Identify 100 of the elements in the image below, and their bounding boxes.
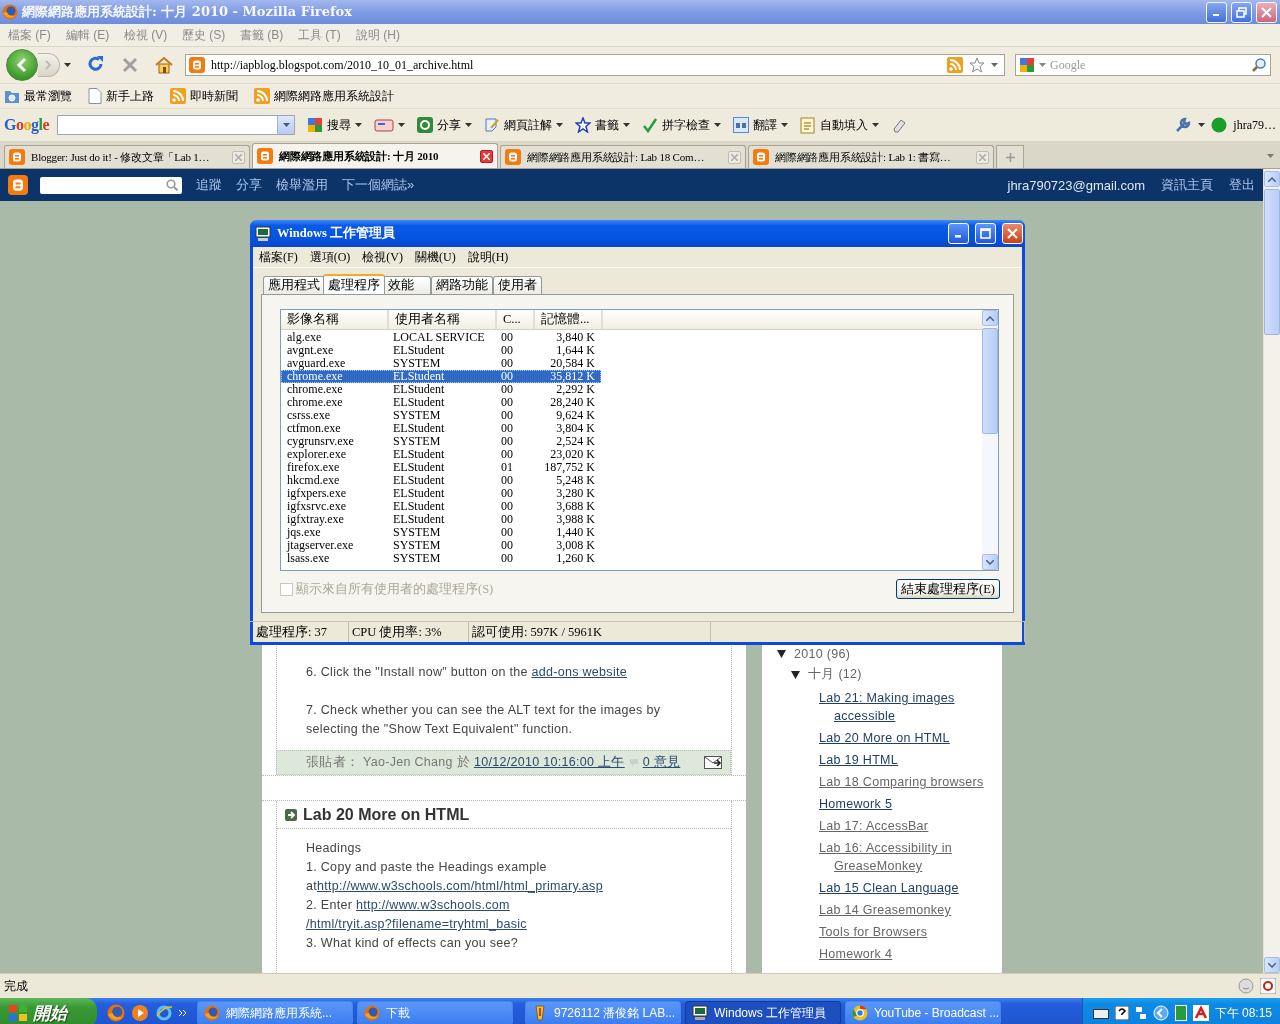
toolbar-button[interactable]: 分享 — [437, 116, 461, 134]
process-row[interactable]: explorer.exe ELStudent 00 23,020 K — [281, 448, 601, 461]
media-player-icon[interactable] — [131, 1004, 149, 1022]
comments-link[interactable]: 0 意見 — [642, 754, 681, 771]
tab[interactable]: 使用者 — [493, 276, 542, 294]
toolbar-button[interactable]: 翻譯 — [753, 116, 777, 134]
menu-item[interactable]: 檢視(V) — [362, 248, 403, 266]
scroll-thumb[interactable] — [982, 328, 998, 434]
nav-link[interactable]: 檢舉濫用 — [276, 176, 328, 194]
close-button[interactable] — [1256, 1, 1277, 23]
process-row[interactable]: avguard.exe SYSTEM 00 20,584 K — [281, 357, 601, 370]
back-button[interactable] — [6, 49, 38, 81]
chevron-icon[interactable] — [179, 1009, 187, 1017]
archive-post-link[interactable]: Lab 21: Making images accessible — [819, 689, 989, 725]
caret-icon[interactable] — [465, 123, 472, 127]
process-row[interactable]: chrome.exe ELStudent 00 2,292 K — [281, 383, 601, 396]
bookmark-link[interactable]: 最常瀏覽 — [24, 87, 72, 105]
caret-icon[interactable] — [1198, 123, 1206, 127]
process-row[interactable]: chrome.exe ELStudent 00 35,812 K — [281, 370, 601, 383]
caret-icon[interactable] — [623, 123, 630, 127]
browser-tab[interactable]: 網際網路應用系統設計: 十月 2010 — [252, 143, 498, 168]
column-header[interactable]: 影像名稱 — [281, 310, 389, 329]
caret-icon[interactable] — [556, 123, 563, 127]
bookmark-link[interactable]: 即時新聞 — [190, 87, 238, 105]
link[interactable]: /html/tryit.asp?filename=tryhtml_basic — [306, 917, 527, 931]
nav-link[interactable]: 分享 — [236, 176, 262, 194]
archive-post-link[interactable]: Lab 16: Accessibility in GreaseMonkey — [819, 839, 989, 875]
process-row[interactable]: avgnt.exe ELStudent 00 1,644 K — [281, 344, 601, 357]
archive-post-link[interactable]: Lab 15 Clean Language — [819, 879, 959, 897]
archive-post-link[interactable]: Lab 14 Greasemonkey — [819, 901, 952, 919]
tab[interactable]: 應用程式 — [263, 276, 325, 294]
process-row[interactable]: jqs.exe SYSTEM 00 1,440 K — [281, 526, 601, 539]
timestamp-link[interactable]: 10/12/2010 10:16:00 上午 — [473, 754, 625, 771]
scrollbar[interactable] — [982, 310, 998, 570]
column-header[interactable]: 使用者名稱 — [389, 310, 497, 329]
process-row[interactable]: firefox.exe ELStudent 01 187,752 K — [281, 461, 601, 474]
process-row[interactable]: csrss.exe SYSTEM 00 9,624 K — [281, 409, 601, 422]
menu-item[interactable]: 關機(U) — [415, 248, 456, 266]
process-row[interactable]: jtagserver.exe SYSTEM 00 3,008 K — [281, 539, 601, 552]
archive-period[interactable]: 2010 (96) — [794, 646, 851, 661]
process-row[interactable]: alg.exe LOCAL SERVICE 00 3,840 K — [281, 331, 601, 344]
link[interactable]: http://www.w3schools.com — [355, 898, 510, 912]
restore-button[interactable] — [1231, 1, 1252, 23]
search-icon[interactable] — [1251, 57, 1267, 73]
bookmark-star-icon[interactable] — [969, 57, 985, 73]
restore-icon[interactable] — [1236, 6, 1247, 18]
nav-link[interactable]: 下一個網誌» — [342, 176, 415, 194]
end-process-button[interactable]: 結束處理程序(E) — [896, 579, 1000, 599]
scroll-up-icon[interactable] — [1268, 176, 1276, 182]
toolbar-button[interactable]: 網頁註解 — [504, 116, 552, 134]
nav-link[interactable]: 追蹤 — [196, 176, 222, 194]
expand-tray-icon[interactable] — [1152, 1005, 1169, 1021]
scroll-down-icon[interactable] — [1268, 962, 1276, 968]
email-icon[interactable] — [704, 756, 723, 769]
caret-icon[interactable] — [714, 123, 721, 127]
archive-post-link[interactable]: Lab 19 HTML — [819, 751, 899, 769]
scroll-thumb[interactable] — [1264, 189, 1280, 335]
archive-post-link[interactable]: Lab 18 Comparing browsers — [819, 773, 984, 791]
menu-item[interactable]: 選項(O) — [309, 248, 351, 266]
process-row[interactable]: chrome.exe ELStudent 00 28,240 K — [281, 396, 601, 409]
scroll-down-icon[interactable] — [986, 559, 994, 565]
expanded-triangle-icon[interactable] — [777, 649, 786, 658]
menu-item[interactable]: 檔案(F) — [259, 248, 298, 266]
bookmark-link[interactable]: 網際網路應用系統設計 — [274, 87, 394, 105]
search-box[interactable]: Google — [1015, 54, 1271, 76]
user-name[interactable]: jhra79… — [1233, 117, 1276, 133]
link[interactable]: add-ons website — [531, 665, 627, 679]
process-row[interactable]: cygrunsrv.exe SYSTEM 00 2,524 K — [281, 435, 601, 448]
minimize-button[interactable] — [1206, 1, 1227, 23]
bookmark-link[interactable]: 新手上路 — [106, 87, 154, 105]
start-button[interactable]: 開始 — [0, 998, 97, 1024]
process-row[interactable]: hkcmd.exe ELStudent 00 5,248 K — [281, 474, 601, 487]
link[interactable]: http://www.w3schools.com/html/html_primary.asp — [317, 879, 603, 893]
column-header[interactable]: C... — [497, 310, 535, 329]
windows-logo-icon[interactable] — [8, 1004, 28, 1022]
search-field[interactable]: Google — [1050, 57, 1247, 73]
archive-post-link[interactable]: Lab 20 More on HTML — [819, 729, 950, 747]
caret-icon[interactable] — [872, 123, 879, 127]
nav-link[interactable]: 登出 — [1229, 176, 1255, 194]
toolbar-button[interactable]: 拼字檢查 — [662, 116, 710, 134]
tab[interactable]: 網路功能 — [431, 276, 493, 294]
caret-icon[interactable] — [355, 123, 362, 127]
toolbar-button[interactable]: 自動填入 — [820, 116, 868, 134]
archive-period[interactable]: 十月 (12) — [808, 666, 862, 683]
menu-item[interactable]: 說明(H) — [467, 248, 509, 266]
caret-icon[interactable] — [64, 63, 71, 67]
search-field[interactable] — [40, 176, 182, 194]
archive-post-link[interactable]: Homework 5 — [819, 795, 893, 813]
toolbar-button[interactable]: 書籤 — [595, 116, 619, 134]
browser-icon[interactable] — [155, 1004, 173, 1022]
maximize-button[interactable] — [975, 223, 996, 244]
caret-icon[interactable] — [282, 123, 290, 127]
scroll-up-icon[interactable] — [986, 315, 994, 321]
process-row[interactable]: igfxsrvc.exe ELStudent 00 3,688 K — [281, 500, 601, 513]
process-row[interactable]: ctfmon.exe ELStudent 00 3,804 K — [281, 422, 601, 435]
tab[interactable]: 效能 — [383, 276, 431, 294]
archive-post-link[interactable]: Tools for Browsers — [819, 923, 928, 941]
archive-post-link[interactable]: Homework 4 — [819, 945, 893, 963]
column-header[interactable]: 記憶體... — [535, 310, 603, 329]
taskbar-button[interactable]: Windows 工作管理員 — [685, 1001, 841, 1024]
